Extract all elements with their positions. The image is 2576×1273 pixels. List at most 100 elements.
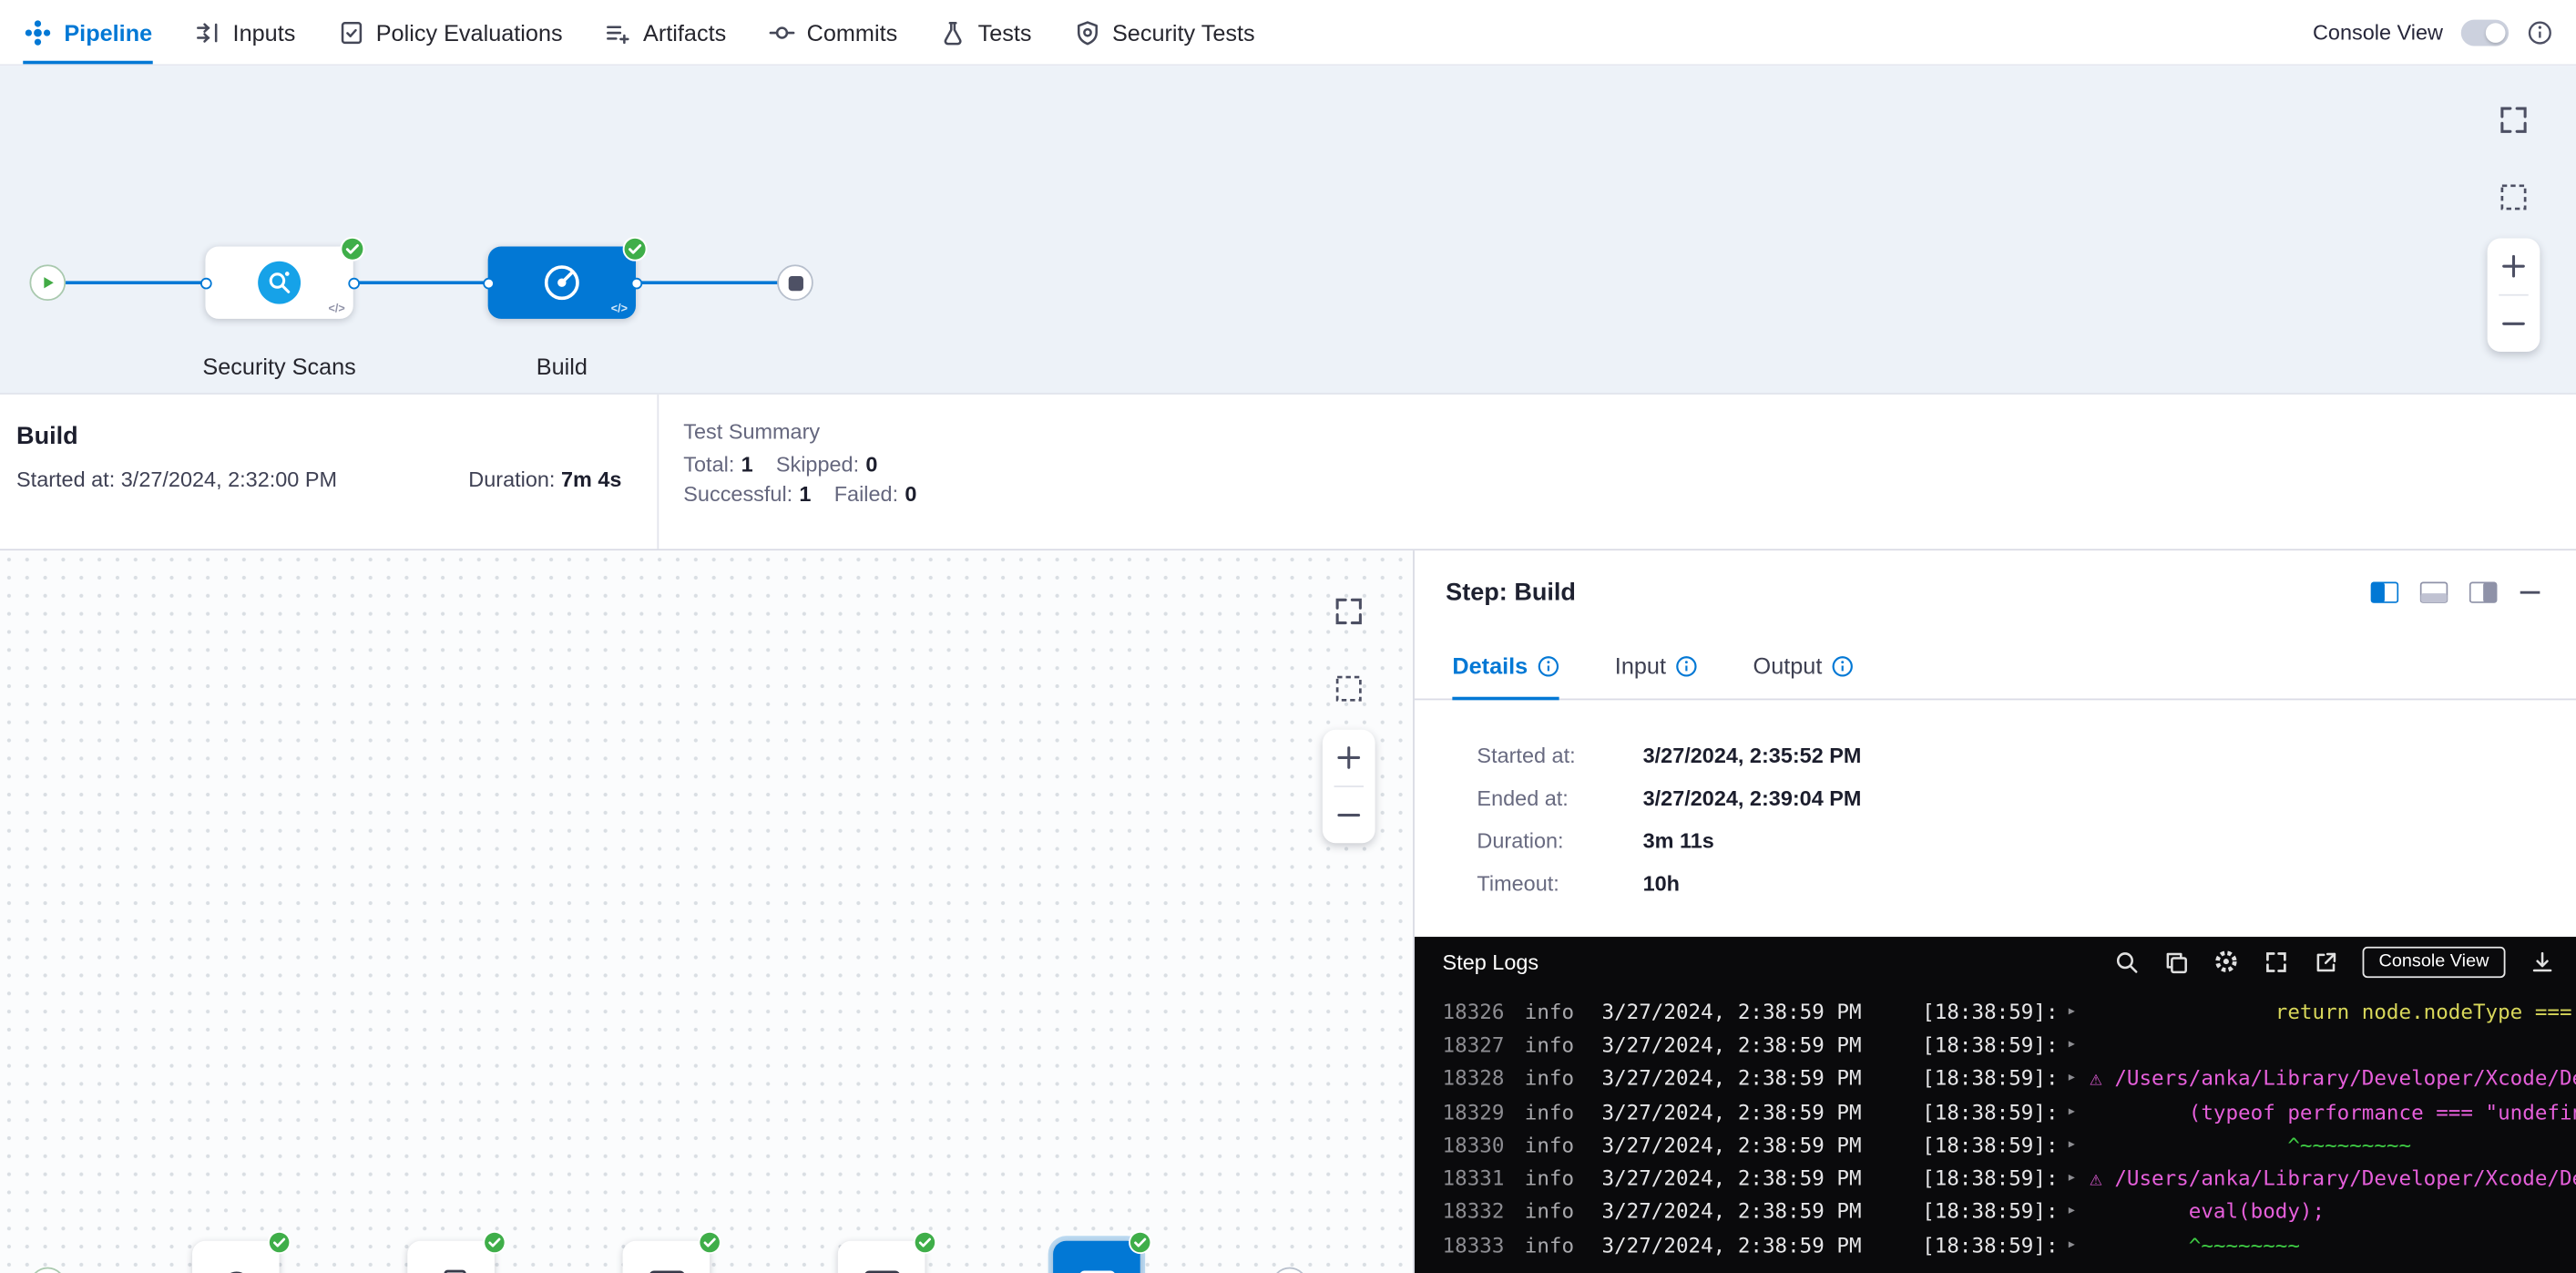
log-expand-caret[interactable]: ▸ [2067,1236,2090,1254]
tab-inputs[interactable]: Inputs [195,0,295,64]
zoom-out-button[interactable] [2499,309,2528,338]
layout-right-pane-icon[interactable] [2469,581,2498,602]
log-timestamp: 3/27/2024, 2:38:59 PM [1602,1032,1923,1057]
test-summary-row-2: Successful:1Failed:0 [683,480,916,509]
info-icon[interactable] [2527,19,2553,46]
step-logs-header: Step Logs Console View [1415,937,2576,986]
log-level: info [1525,1232,1602,1257]
terminal-icon [860,1263,903,1273]
pipeline-canvas: </> Security Scans </> Build [0,66,2576,395]
log-expand-caret[interactable]: ▸ [2067,1202,2090,1220]
start-node [29,1268,66,1273]
download-icon [2530,950,2555,974]
expand-icon [1333,595,1365,628]
log-download-button[interactable] [2530,950,2555,974]
tab-label: Input [1615,652,1666,679]
zoom-in-button[interactable] [2499,252,2528,281]
marquee-icon [1334,673,1364,703]
tab-commits[interactable]: Commits [769,0,897,64]
step-tabs: Details Input Output [1415,632,2576,700]
stage-label: Security Scans [164,352,394,381]
node-security-scans[interactable]: </> [205,247,353,319]
log-expand-caret[interactable]: ▸ [2067,1035,2090,1053]
log-expand-caret[interactable]: ▸ [2067,1069,2090,1087]
log-clock: [18:38:59]: [1922,1132,2067,1156]
node-build-stage[interactable]: </> [488,247,636,319]
fullscreen-button[interactable] [1333,595,1365,628]
log-copy-button[interactable] [2163,950,2188,974]
log-clock: [18:38:59]: [1922,1065,2067,1090]
log-expand-caret[interactable]: ▸ [2067,1002,2090,1021]
log-clock: [18:38:59]: [1922,1165,2067,1190]
port-dot [347,277,359,289]
plus-icon [1334,743,1364,772]
log-level: info [1525,1199,1602,1224]
top-navigation: Pipeline Inputs Policy Evaluations Artif… [0,0,2576,66]
log-expand-caret[interactable]: ▸ [2067,1102,2090,1120]
tab-label: Artifacts [643,19,726,46]
tab-label: Details [1452,652,1528,679]
log-clock: [18:38:59]: [1922,1099,2067,1124]
external-link-icon [2313,950,2337,974]
log-settings-button[interactable] [2213,949,2239,975]
log-expand-caret[interactable]: ▸ [2067,1135,2090,1154]
zoom-in-button[interactable] [1334,743,1364,772]
log-row: 18333info3/27/2024, 2:38:59 PM[18:38:59]… [1415,1227,2576,1261]
zoom-controls [1323,730,1375,843]
tab-details[interactable]: Details [1452,652,1559,699]
log-timestamp: 3/27/2024, 2:38:59 PM [1602,1065,1923,1090]
step-initialize[interactable]: </> [192,1241,280,1273]
minimize-panel-icon[interactable] [2519,581,2541,602]
artifacts-icon [606,19,632,46]
commits-icon [769,19,795,46]
zoom-out-button[interactable] [1334,800,1364,829]
tab-pipeline[interactable]: Pipeline [23,0,152,64]
log-expand-caret[interactable]: ▸ [2067,1169,2090,1187]
fullscreen-button[interactable] [2497,104,2530,137]
step-install-build-dependencies[interactable]: </> [838,1241,925,1273]
layout-left-pane-icon[interactable] [2371,581,2399,602]
step-run-npm-tests[interactable]: </> [623,1241,710,1273]
tab-label: Tests [978,19,1032,46]
play-icon [39,274,56,291]
terminal-icon [1075,1263,1118,1273]
tab-security-tests[interactable]: Security Tests [1074,0,1254,64]
success-badge [268,1231,291,1254]
tab-label: Pipeline [64,19,152,46]
success-badge [1129,1231,1151,1254]
zoom-controls [2488,239,2540,352]
canvas-controls [1323,595,1375,843]
log-message: ^~~~~~~~~ [2090,1232,2576,1257]
step-build[interactable]: </> [1053,1241,1140,1273]
step-clone-codebase[interactable]: </> [407,1241,495,1273]
tab-policy-evaluations[interactable]: Policy Evaluations [338,0,562,64]
log-fullscreen-button[interactable] [2264,950,2288,974]
log-open-external-button[interactable] [2313,950,2337,974]
layout-bottom-pane-icon[interactable] [2420,581,2448,602]
security-tests-icon [1074,19,1100,46]
selection-button[interactable] [1334,673,1364,703]
tab-output[interactable]: Output [1753,652,1854,699]
log-row: 18332info3/27/2024, 2:38:59 PM[18:38:59]… [1415,1195,2576,1228]
log-message: return node.nodeType === [2090,999,2576,1023]
canvas-controls [2488,104,2540,352]
selection-button[interactable] [2499,182,2528,211]
log-timestamp: 3/27/2024, 2:38:59 PM [1602,1099,1923,1124]
sync-icon [214,1263,257,1273]
expand-icon [2264,950,2288,974]
build-stage-icon [540,262,583,304]
detail-row: Timeout:10h [1477,871,2576,896]
log-row: 18329info3/27/2024, 2:38:59 PM[18:38:59]… [1415,1094,2576,1128]
tab-artifacts[interactable]: Artifacts [606,0,727,64]
policy-evaluations-icon [338,19,364,46]
console-view-toggle[interactable] [2461,19,2509,46]
tab-label: Inputs [233,19,296,46]
panel-layout-controls [2371,581,2542,602]
log-line-number: 18330 [1443,1132,1525,1156]
log-search-button[interactable] [2114,950,2139,974]
log-line-number: 18327 [1443,1032,1525,1057]
tab-tests[interactable]: Tests [940,0,1031,64]
tab-label: Commits [807,19,898,46]
console-view-button[interactable]: Console View [2362,946,2505,977]
tab-input[interactable]: Input [1615,652,1697,699]
